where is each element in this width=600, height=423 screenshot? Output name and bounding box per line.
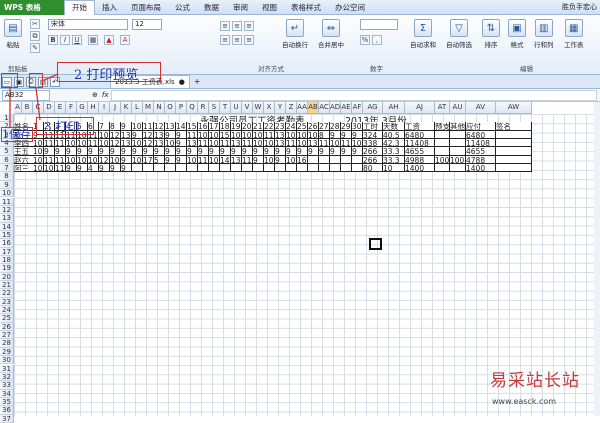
annotation-print: 3 打印	[44, 120, 80, 134]
watermark: 易采站长站	[490, 371, 580, 391]
annotation-arrows	[9, 73, 59, 128]
watermark-url: www.easck.com	[492, 397, 557, 406]
annotation-print-preview: 2 打印预览	[74, 68, 139, 83]
annotation-save: 1保存	[2, 128, 31, 141]
active-cell-cursor	[369, 238, 382, 250]
